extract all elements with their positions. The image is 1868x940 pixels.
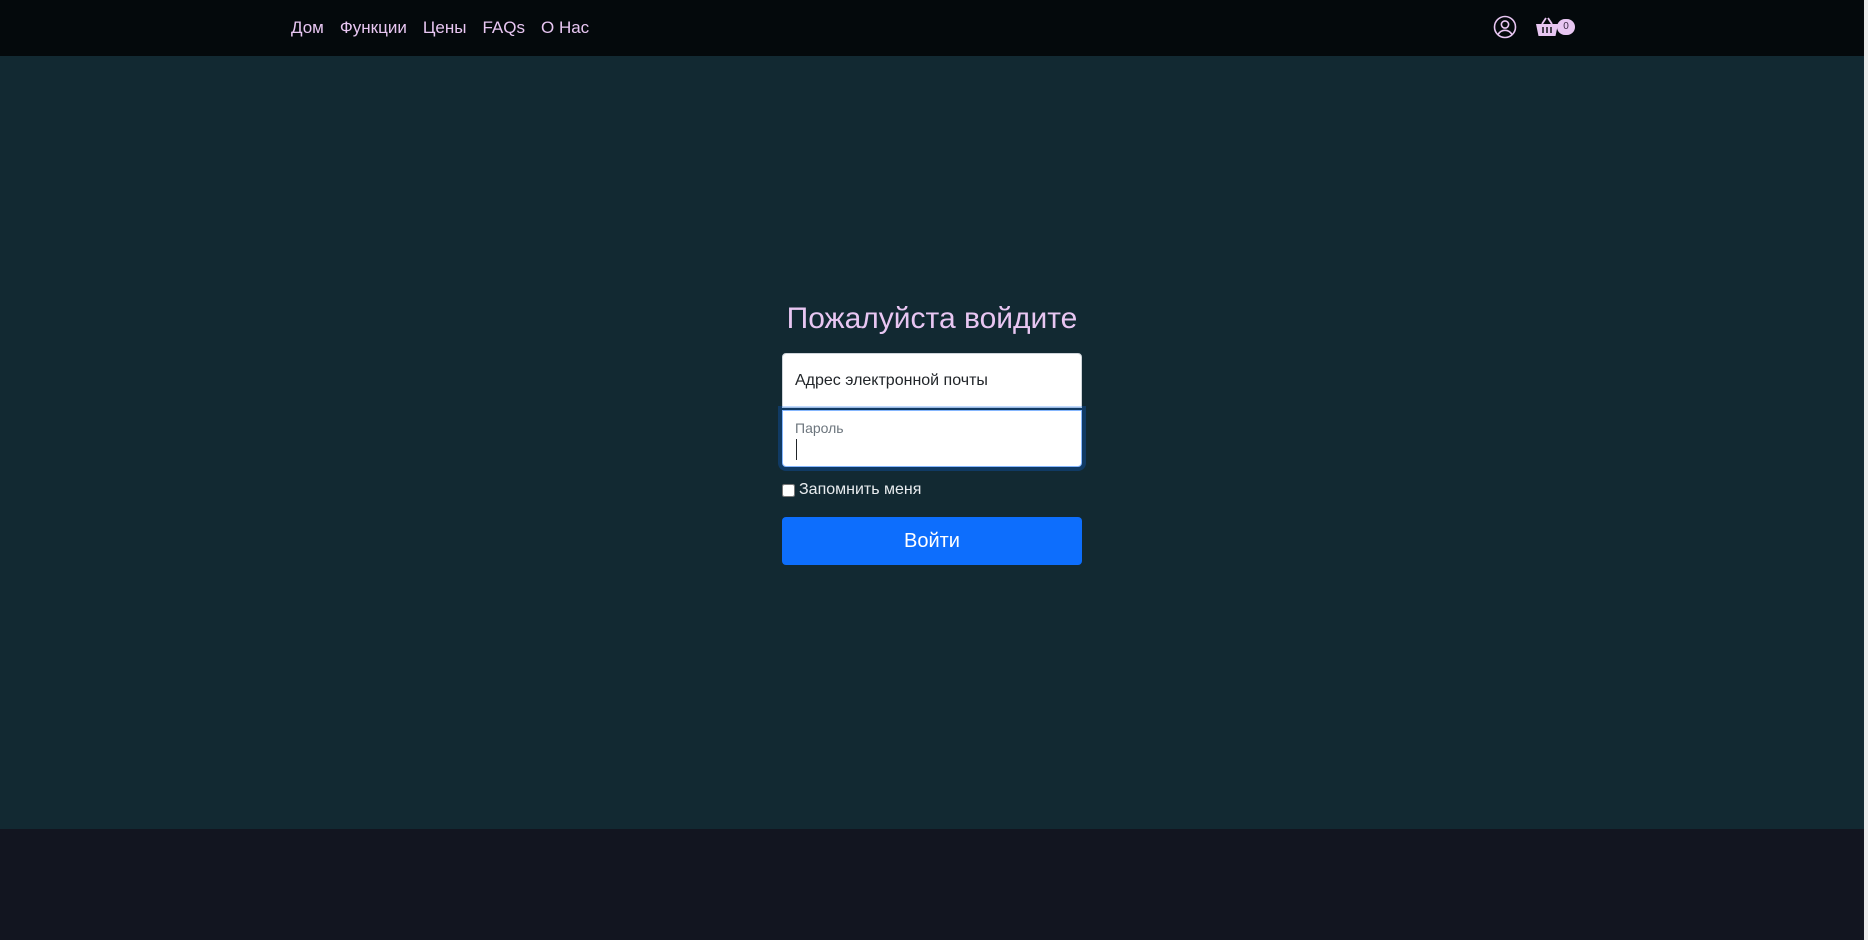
email-field-wrapper [782, 353, 1082, 408]
remember-me-checkbox[interactable] [782, 483, 795, 497]
nav-link-home[interactable]: Дом [291, 18, 324, 38]
nav-actions: 0 [1493, 12, 1575, 42]
cart-button[interactable]: 0 [1535, 16, 1575, 38]
email-field[interactable] [783, 354, 1081, 407]
top-navbar: Дом Функции Цены FAQs О Нас 0 [0, 0, 1864, 56]
nav-link-faqs[interactable]: FAQs [482, 18, 525, 38]
password-field-wrapper: Пароль [782, 410, 1082, 467]
login-form: Пожалуйста войдите Пароль Запомнить меня… [782, 301, 1082, 565]
shopping-basket-icon [1535, 16, 1559, 38]
cart-count-badge: 0 [1557, 19, 1575, 35]
password-field[interactable] [795, 437, 1071, 461]
nav-link-features[interactable]: Функции [340, 18, 407, 38]
nav-link-pricing[interactable]: Цены [423, 18, 467, 38]
text-caret [796, 439, 797, 460]
nav-links: Дом Функции Цены FAQs О Нас [291, 0, 589, 56]
remember-me-row: Запомнить меня [782, 481, 1082, 499]
scrollbar[interactable] [1864, 0, 1868, 940]
login-section: Пожалуйста войдите Пароль Запомнить меня… [0, 56, 1864, 829]
footer [0, 829, 1864, 940]
sign-in-button[interactable]: Войти [782, 517, 1082, 565]
remember-me-label[interactable]: Запомнить меня [799, 481, 921, 499]
nav-link-about[interactable]: О Нас [541, 18, 589, 38]
password-label: Пароль [795, 420, 844, 436]
page-title: Пожалуйста войдите [786, 302, 1078, 335]
user-circle-icon[interactable] [1493, 15, 1517, 39]
